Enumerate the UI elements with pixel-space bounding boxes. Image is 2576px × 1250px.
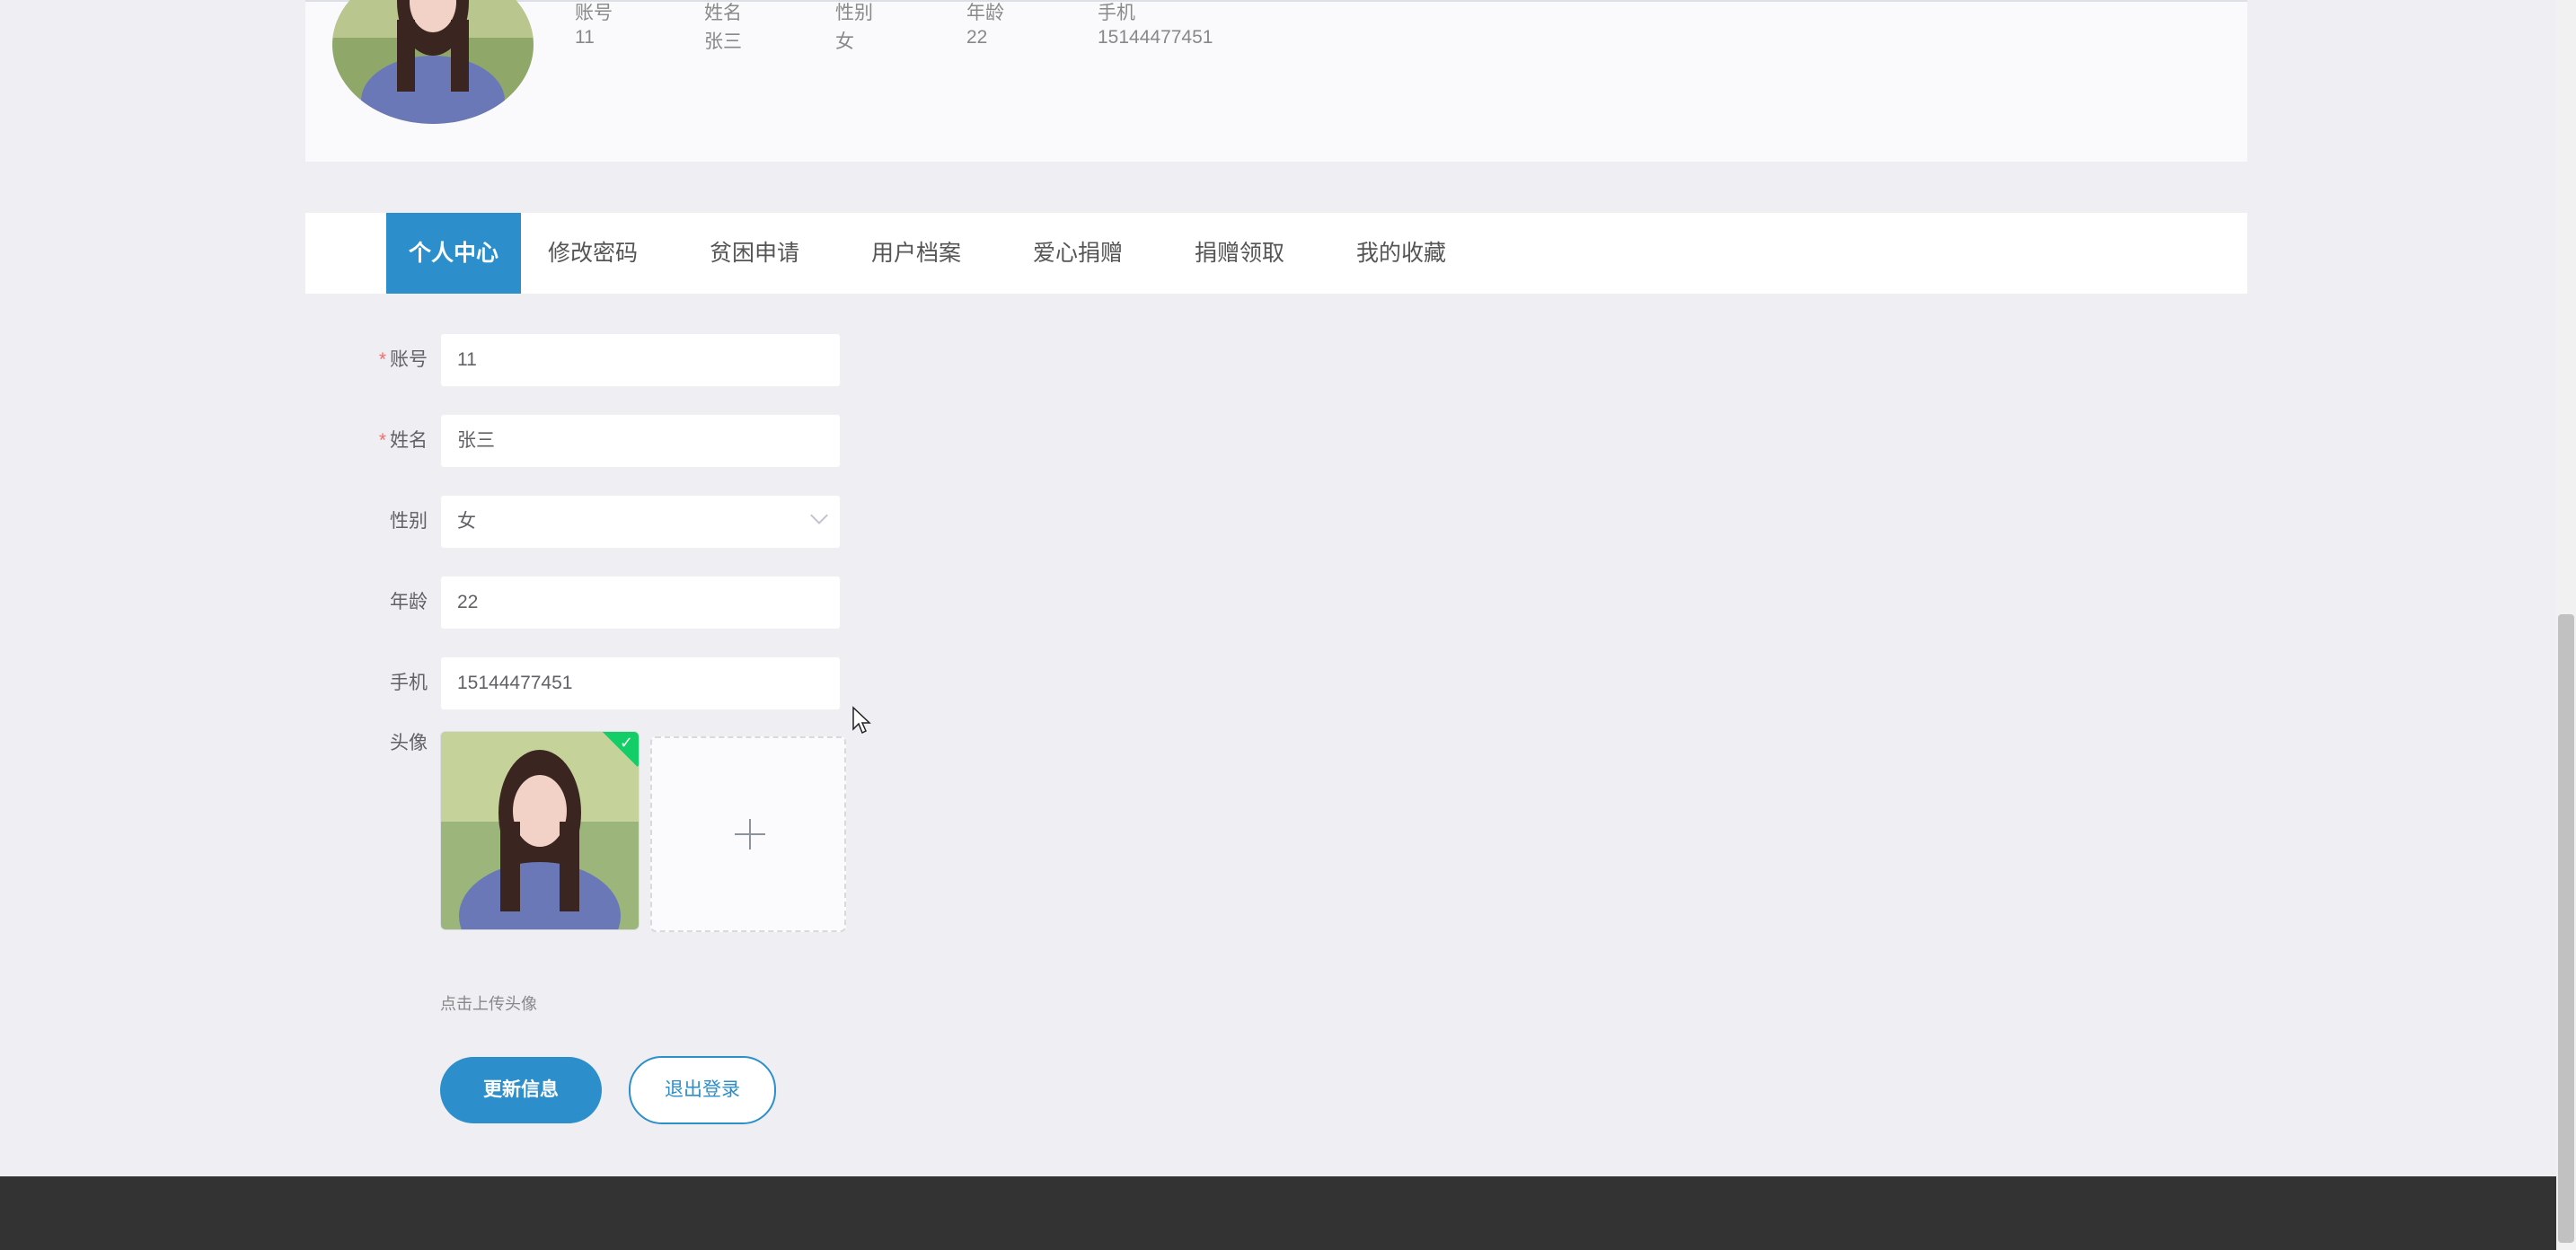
tab-poverty-apply[interactable]: 贫困申请 bbox=[701, 213, 808, 294]
tab-charity-donate[interactable]: 爱心捐赠 bbox=[1024, 213, 1132, 294]
name-input[interactable]: 张三 bbox=[440, 414, 841, 468]
uploaded-avatar-thumbnail[interactable]: ✓ bbox=[440, 731, 640, 930]
chevron-down-icon bbox=[810, 506, 828, 524]
profile-value: 张三 bbox=[704, 31, 742, 52]
tab-user-archive[interactable]: 用户档案 bbox=[862, 213, 970, 294]
tab-personal-center[interactable]: 个人中心 bbox=[386, 213, 521, 294]
scrollbar[interactable] bbox=[2556, 0, 2576, 1250]
tab-my-favorites[interactable]: 我的收藏 bbox=[1347, 213, 1455, 294]
profile-value: 11 bbox=[575, 27, 595, 48]
avatar-upload-box[interactable] bbox=[650, 736, 846, 932]
tab-donation-receive[interactable]: 捐赠领取 bbox=[1186, 213, 1293, 294]
profile-label: 账号 bbox=[575, 3, 613, 23]
profile-value: 22 bbox=[966, 27, 988, 48]
name-label-text: 姓名 bbox=[390, 430, 428, 451]
page-footer bbox=[0, 1176, 2556, 1250]
phone-label: 手机 bbox=[390, 673, 428, 693]
tab-change-password[interactable]: 修改密码 bbox=[539, 213, 647, 294]
profile-avatar bbox=[332, 0, 534, 124]
profile-value: 女 bbox=[835, 31, 854, 52]
profile-label: 性别 bbox=[835, 3, 873, 23]
gender-label: 性别 bbox=[390, 511, 428, 532]
required-mark: * bbox=[378, 349, 386, 370]
required-mark: * bbox=[378, 430, 386, 451]
page: 账号 11 姓名 张三 性别 女 年龄 22 手机 15144477451 个人… bbox=[0, 0, 2576, 1250]
check-icon: ✓ bbox=[619, 734, 633, 752]
account-input[interactable]: 11 bbox=[440, 333, 841, 387]
logout-button[interactable]: 退出登录 bbox=[629, 1056, 776, 1124]
upload-hint: 点击上传头像 bbox=[440, 995, 537, 1013]
age-input[interactable]: 22 bbox=[440, 576, 841, 629]
profile-label: 年龄 bbox=[966, 3, 1004, 23]
update-info-button[interactable]: 更新信息 bbox=[440, 1057, 602, 1123]
profile-value: 15144477451 bbox=[1098, 27, 1213, 48]
tab-bar: 个人中心 修改密码 贫困申请 用户档案 爱心捐赠 捐赠领取 我的收藏 bbox=[305, 213, 2247, 294]
account-label: * 账号 bbox=[359, 333, 428, 387]
name-label: * 姓名 bbox=[359, 414, 428, 468]
age-label: 年龄 bbox=[390, 592, 428, 612]
profile-label: 手机 bbox=[1098, 3, 1135, 23]
profile-label: 姓名 bbox=[704, 3, 742, 23]
scrollbar-thumb[interactable] bbox=[2558, 614, 2574, 1243]
gender-select-value: 女 bbox=[457, 511, 476, 532]
avatar-label: 头像 bbox=[390, 733, 428, 753]
gender-select[interactable]: 女 bbox=[440, 495, 841, 549]
phone-input[interactable]: 15144477451 bbox=[440, 656, 841, 710]
mouse-cursor-icon bbox=[852, 706, 871, 735]
plus-icon-vertical bbox=[749, 819, 751, 849]
account-label-text: 账号 bbox=[390, 349, 428, 370]
profile-card: 账号 11 姓名 张三 性别 女 年龄 22 手机 15144477451 bbox=[305, 0, 2247, 162]
